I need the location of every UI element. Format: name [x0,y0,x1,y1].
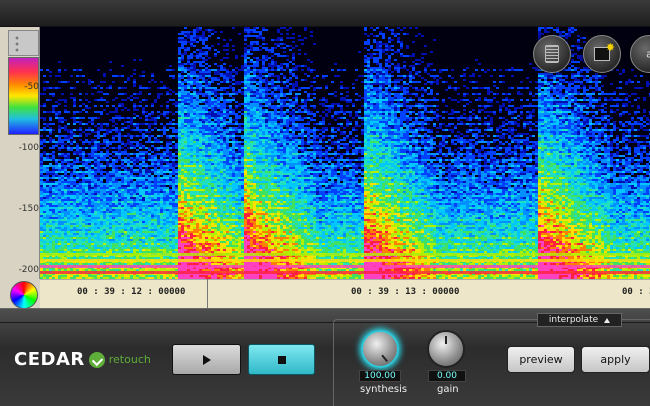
time-label: 00 : 39 : 12 : 00000 [77,287,186,297]
retouch-check-icon [88,351,105,368]
color-wheel-icon[interactable] [10,281,38,309]
image-settings-button[interactable]: ✸ [583,35,621,73]
synthesis-knob[interactable] [361,330,399,368]
list-icon [545,45,559,63]
db-label: -200 [18,265,39,275]
apply-button[interactable]: apply [581,346,650,373]
playhead-line [207,279,208,308]
mode-label: interpolate [548,315,599,325]
synthesis-value[interactable]: 100.00 [359,370,401,382]
color-scale-bar [8,57,39,135]
cedar-logo: CEDAR retouch [14,349,151,370]
all-button-label: al [646,47,650,61]
db-label: -150 [18,204,39,214]
stop-icon [277,355,286,364]
window-top-bar [0,0,650,27]
mode-dropdown[interactable]: interpolate [537,313,622,327]
gain-value[interactable]: 0.00 [428,370,466,382]
play-icon [202,354,211,365]
logo-subtext: retouch [108,353,151,366]
time-label: 00 : 39 [622,287,650,297]
scale-drag-handle[interactable] [8,30,39,56]
db-label: -100 [18,143,39,153]
db-scale-panel [0,27,40,279]
gain-label: gain [437,384,459,395]
play-button[interactable] [172,344,241,375]
preview-button[interactable]: preview [507,346,575,373]
time-label: 00 : 39 : 13 : 00000 [351,287,460,297]
db-label: -50 [24,82,39,92]
image-sun-icon: ✸ [594,41,615,61]
list-view-button[interactable] [533,35,571,73]
stop-button[interactable] [248,344,315,375]
gain-knob[interactable] [427,330,465,368]
synthesis-label: synthesis [360,384,408,395]
logo-text: CEDAR [14,349,85,370]
time-ruler[interactable]: 00 : 39 : 12 : 00000 00 : 39 : 13 : 0000… [40,279,650,308]
chevron-up-icon [604,317,611,323]
